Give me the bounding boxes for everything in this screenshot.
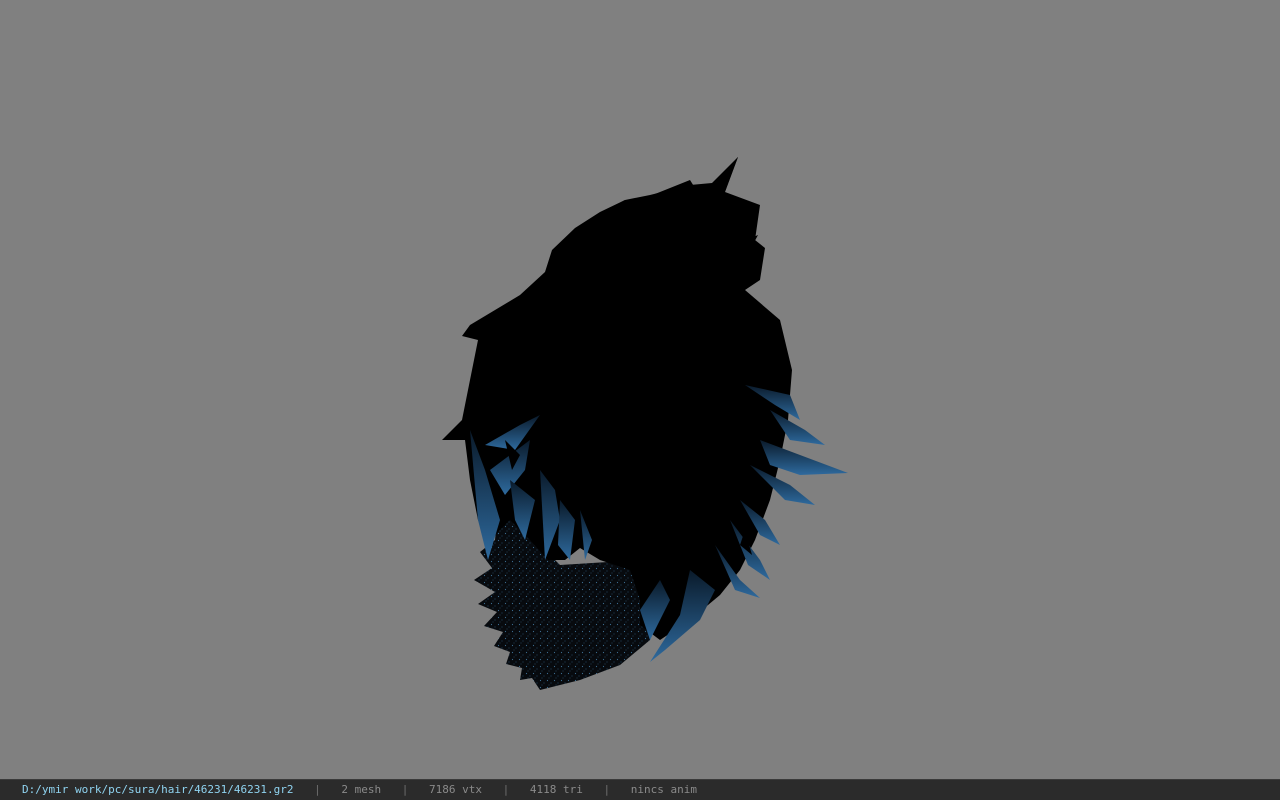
animation-status-label: nincs anim [630,783,697,796]
3d-viewport[interactable] [0,0,1280,779]
triangle-count-label: 4118 tri [529,783,583,796]
status-bar: D:/ymir work/pc/sura/hair/46231/46231.gr… [0,779,1280,800]
hair-model-render[interactable] [0,0,1280,779]
status-separator: | [502,783,510,796]
vertex-count-label: 7186 vtx [429,783,483,796]
mesh-count-label: 2 mesh [341,783,382,796]
status-separator: | [603,783,611,796]
file-path-label: D:/ymir work/pc/sura/hair/46231/46231.gr… [22,783,294,796]
status-separator: | [314,783,321,796]
status-separator: | [401,783,409,796]
